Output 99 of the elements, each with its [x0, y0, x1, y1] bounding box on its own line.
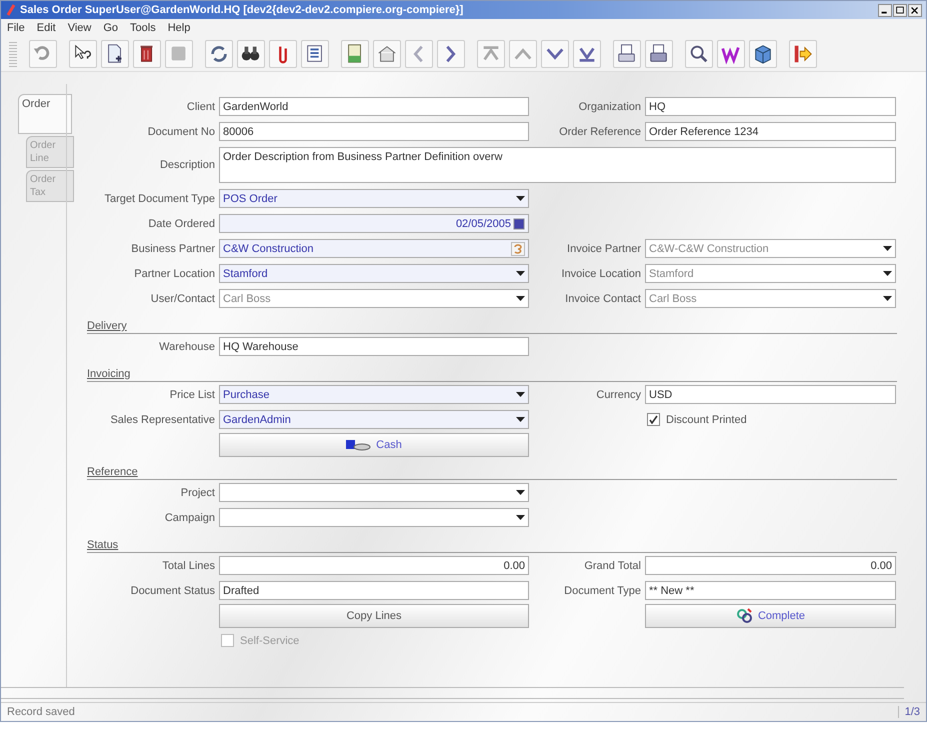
section-heading: Status	[87, 539, 118, 552]
field-label: Document Status	[130, 584, 215, 596]
field-label: Invoice Contact	[564, 292, 641, 304]
report-icon[interactable]	[613, 40, 641, 68]
action-button[interactable]: Cash	[219, 432, 529, 456]
home-icon[interactable]	[373, 40, 401, 68]
field-label: Currency	[595, 388, 641, 400]
dropdown-arrow-icon	[516, 196, 525, 201]
date-field[interactable]: 02/05/2005	[219, 214, 529, 233]
next-icon[interactable]	[437, 40, 465, 68]
dropdown[interactable]: Carl Boss	[219, 289, 529, 308]
checkbox-label: Discount Printed	[666, 414, 747, 426]
dropdown-arrow-icon	[516, 392, 525, 397]
workflow-icon[interactable]	[717, 40, 745, 68]
tab[interactable]: Order	[18, 94, 72, 134]
section-heading: Reference	[87, 466, 138, 479]
dropdown-arrow-icon	[516, 490, 525, 495]
menu-item[interactable]: View	[68, 22, 92, 34]
product-icon[interactable]	[749, 40, 777, 68]
app-icon	[5, 4, 17, 16]
field-label: Business Partner	[130, 242, 215, 254]
dropdown[interactable]: Purchase	[219, 385, 529, 404]
process-icon	[736, 606, 754, 624]
field-label: Grand Total	[583, 560, 641, 572]
menu-item[interactable]: Help	[168, 22, 190, 34]
zoom-icon[interactable]	[685, 40, 713, 68]
text-area[interactable]: Order Description from Business Partner Definition overw	[219, 147, 896, 183]
input-field[interactable]: USD	[645, 385, 896, 404]
dropdown-arrow-icon	[516, 515, 525, 520]
dropdown-arrow-icon	[883, 246, 892, 251]
menu-item[interactable]: File	[7, 22, 25, 34]
field-label: Invoice Location	[560, 268, 641, 280]
field-label: Total Lines	[161, 560, 215, 572]
menu-item[interactable]: Tools	[130, 22, 156, 34]
field-label: Partner Location	[133, 268, 215, 280]
dropdown-arrow-icon	[883, 271, 892, 276]
field-label: Price List	[168, 388, 215, 400]
cash-icon	[346, 438, 372, 450]
dropdown-arrow-icon	[516, 271, 525, 276]
minimize-icon[interactable]	[878, 4, 892, 16]
maximize-icon[interactable]	[893, 4, 907, 16]
dropdown[interactable]: GardenAdmin	[219, 410, 529, 429]
close-icon[interactable]	[908, 4, 922, 16]
attachment-icon[interactable]	[269, 40, 297, 68]
input-field[interactable]: ** New **	[645, 581, 896, 600]
field-label: Warehouse	[158, 340, 215, 352]
field-label: Project	[180, 486, 215, 498]
input-field[interactable]: 80006	[219, 122, 529, 141]
dropdown[interactable]: Stamford	[219, 264, 529, 283]
input-field[interactable]: GardenWorld	[219, 97, 529, 116]
field-label: Order Reference	[558, 126, 641, 138]
field-label: Client	[186, 100, 215, 112]
new-record-icon[interactable]	[101, 40, 129, 68]
field-label: Document No	[146, 126, 215, 138]
section-heading: Invoicing	[87, 368, 130, 381]
exit-icon[interactable]	[789, 40, 817, 68]
dropdown-arrow-icon	[516, 296, 525, 301]
dropdown[interactable]: POS Order	[219, 189, 529, 208]
last-record-icon[interactable]	[573, 40, 601, 68]
menu-item[interactable]: Go	[103, 22, 118, 34]
grid-icon[interactable]	[301, 40, 329, 68]
status-message: Record saved	[6, 706, 76, 718]
field-label: Campaign	[164, 512, 215, 524]
dropdown[interactable]: C&W-C&W Construction	[645, 239, 896, 258]
undo-icon[interactable]	[29, 40, 57, 68]
field-label: User/Contact	[150, 292, 215, 304]
input-field[interactable]: Drafted	[219, 581, 529, 600]
number-field[interactable]: 0.00	[645, 556, 896, 575]
checkbox-label: Self-Service	[240, 634, 300, 646]
number-field[interactable]: 0.00	[219, 556, 529, 575]
lookup-field[interactable]: C&W Construction	[219, 239, 529, 258]
dropdown[interactable]: Stamford	[645, 264, 896, 283]
field-label: Document Type	[563, 584, 641, 596]
print-icon[interactable]	[645, 40, 673, 68]
field-label: Date Ordered	[147, 218, 215, 230]
dropdown[interactable]: Carl Boss	[645, 289, 896, 308]
field-label: Organization	[578, 100, 641, 112]
action-button[interactable]: Complete	[645, 604, 896, 628]
field-label: Target Document Type	[104, 192, 215, 204]
help-pointer-icon[interactable]	[69, 40, 97, 68]
input-field[interactable]: Order Reference 1234	[645, 122, 896, 141]
command-button[interactable]: Copy Lines	[219, 604, 529, 628]
input-field[interactable]: HQ Warehouse	[219, 337, 529, 356]
delete-icon[interactable]	[133, 40, 161, 68]
checkbox[interactable]	[647, 413, 660, 426]
find-icon[interactable]	[237, 40, 265, 68]
field-label: Description	[158, 159, 215, 171]
refresh-icon[interactable]	[205, 40, 233, 68]
dropdown-arrow-icon	[516, 417, 525, 422]
section-heading: Delivery	[87, 320, 127, 333]
field-label: Sales Representative	[109, 414, 215, 426]
record-counter: 1/3	[898, 706, 926, 718]
input-field[interactable]: HQ	[645, 97, 896, 116]
field-label: Invoice Partner	[566, 242, 641, 254]
calendar-icon[interactable]	[513, 218, 525, 230]
window-title: Sales Order SuperUser@GardenWorld.HQ [dev2{dev2-dev2.compiere.org-compiere}]	[20, 4, 464, 16]
menu-item[interactable]: Edit	[36, 22, 56, 34]
down-icon[interactable]	[541, 40, 569, 68]
dropdown-arrow-icon	[883, 296, 892, 301]
